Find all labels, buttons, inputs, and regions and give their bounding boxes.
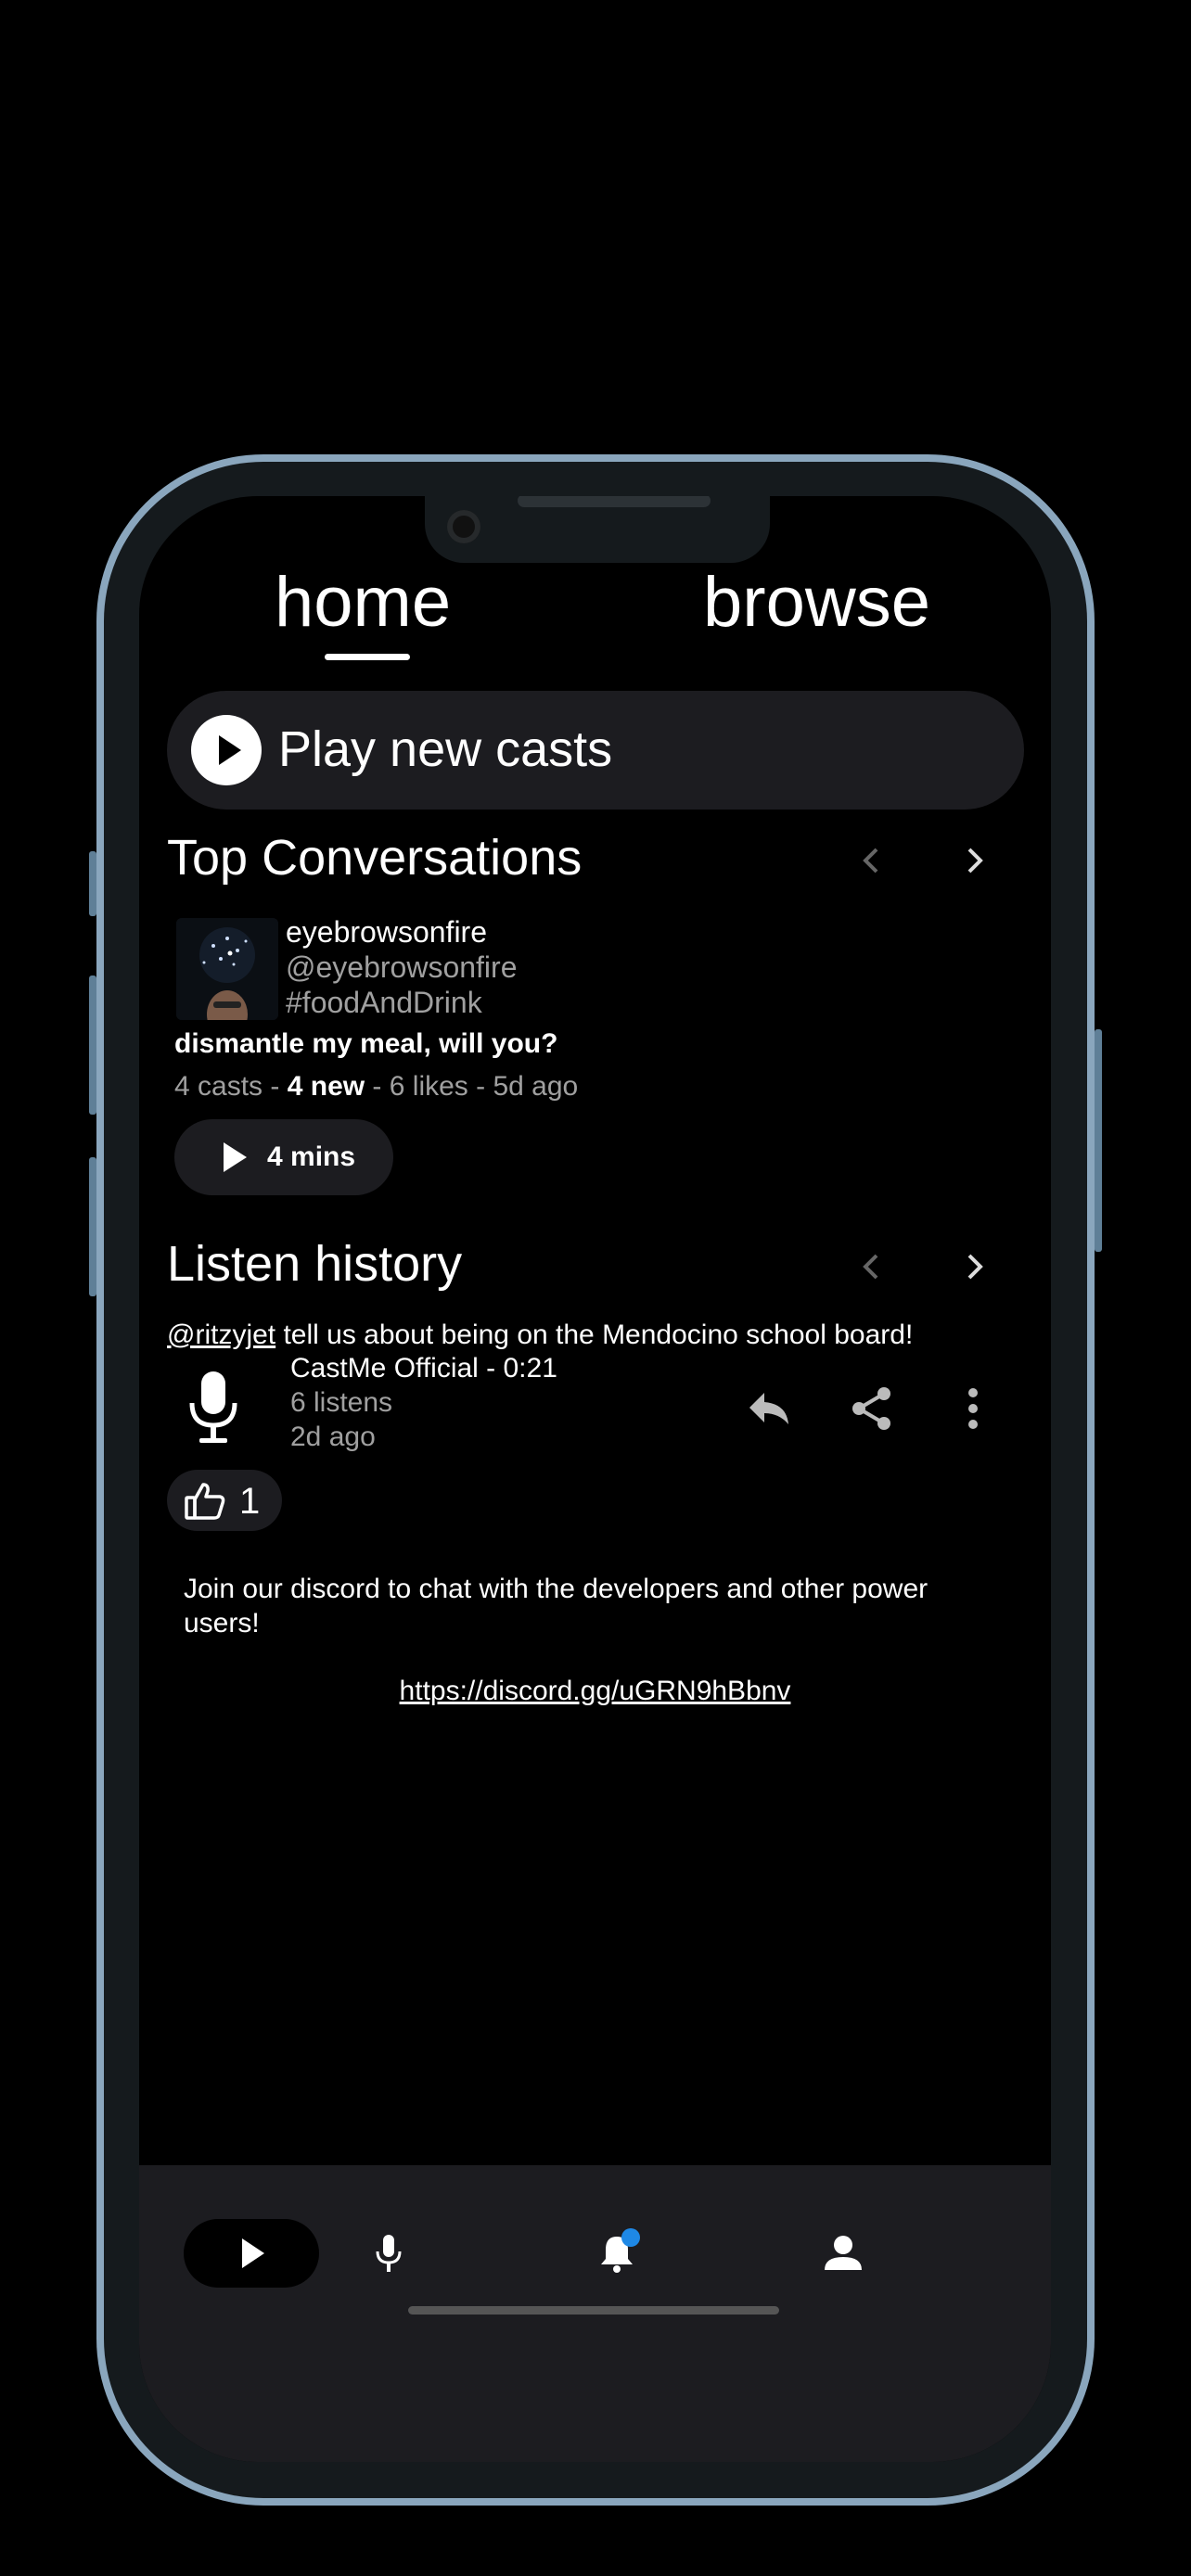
chevron-right-icon[interactable] — [955, 1248, 992, 1285]
nav-profile[interactable] — [775, 2219, 911, 2288]
more-options-icon[interactable] — [948, 1384, 998, 1434]
chevron-right-icon[interactable] — [955, 842, 992, 879]
user-handle[interactable]: @eyebrowsonfire — [286, 950, 517, 985]
like-count: 1 — [239, 1481, 261, 1522]
like-button[interactable]: 1 — [167, 1470, 282, 1531]
thumbs-up-icon — [185, 1483, 225, 1520]
chevron-left-icon[interactable] — [853, 1248, 890, 1285]
meta-separator: - — [263, 1071, 288, 1102]
speaker — [518, 496, 711, 507]
topic-tag[interactable]: #foodAndDrink — [286, 985, 482, 1020]
play-new-casts-label: Play new casts — [278, 721, 613, 777]
chevron-left-icon[interactable] — [853, 842, 890, 879]
avatar[interactable] — [176, 918, 278, 1020]
screen: home browse Play new casts Top Conversat… — [139, 496, 1051, 2462]
play-new-casts-button[interactable]: Play new casts — [167, 691, 1024, 810]
meta-rest: - 6 likes - 5d ago — [365, 1071, 579, 1102]
camera — [447, 510, 480, 543]
notification-badge — [621, 2228, 640, 2247]
meta-casts: 4 casts — [174, 1071, 263, 1102]
side-button — [1095, 1029, 1102, 1252]
side-button — [89, 976, 96, 1115]
nav-play[interactable] — [184, 2219, 319, 2288]
listen-history-title: Listen history — [167, 1236, 463, 1292]
play-icon — [191, 715, 262, 785]
meta-new: 4 new — [287, 1071, 365, 1102]
tab-browse[interactable]: browse — [703, 561, 930, 644]
share-icon[interactable] — [847, 1384, 897, 1434]
side-button — [89, 1157, 96, 1296]
side-button — [89, 851, 96, 916]
discord-link[interactable]: https://discord.gg/uGRN9hBbnv — [139, 1674, 1051, 1709]
history-age: 2d ago — [290, 1422, 376, 1452]
nav-notifications[interactable] — [549, 2219, 685, 2288]
microphone-icon — [189, 1371, 237, 1443]
play-conversation-button[interactable]: 4 mins — [174, 1119, 393, 1195]
tab-home[interactable]: home — [275, 561, 451, 644]
top-tabs: home browse — [139, 561, 1051, 644]
active-tab-indicator — [325, 654, 410, 660]
duration-label: 4 mins — [267, 1141, 356, 1172]
discord-message: Join our discord to chat with the develo… — [184, 1574, 928, 1639]
history-author: CastMe Official - 0:21 — [290, 1353, 557, 1384]
nav-record[interactable] — [321, 2219, 456, 2288]
home-indicator — [408, 2306, 779, 2315]
history-listens: 6 listens — [290, 1387, 393, 1418]
top-conversations-title: Top Conversations — [167, 830, 583, 886]
conversation-meta: 4 casts - 4 new - 6 likes - 5d ago — [174, 1069, 578, 1104]
conversation-title[interactable]: dismantle my meal, will you? — [174, 1027, 557, 1062]
user-name[interactable]: eyebrowsonfire — [286, 914, 487, 950]
microphone-icon — [376, 2235, 402, 2272]
mention-link[interactable]: @ritzyjet — [167, 1320, 275, 1350]
play-icon — [242, 2238, 264, 2268]
history-item-text: tell us about being on the Mendocino sch… — [275, 1320, 914, 1350]
play-icon — [224, 1142, 247, 1172]
person-icon — [825, 2236, 862, 2270]
history-item-title[interactable]: @ritzyjet tell us about being on the Men… — [167, 1318, 913, 1353]
reply-icon[interactable] — [744, 1384, 794, 1434]
